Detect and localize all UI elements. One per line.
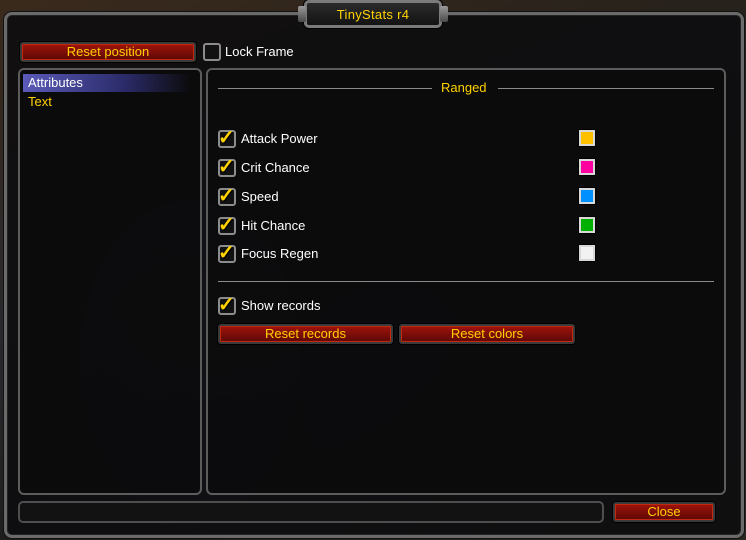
check-icon: ✓ bbox=[218, 214, 235, 236]
hit-chance-label: Hit Chance bbox=[241, 218, 306, 233]
attack-power-checkbox[interactable]: ✓ bbox=[218, 127, 236, 149]
crit-chance-label: Crit Chance bbox=[241, 160, 310, 175]
lock-frame-checkbox[interactable] bbox=[203, 43, 221, 61]
close-button[interactable]: Close bbox=[613, 502, 715, 522]
title-bar-right-cap bbox=[440, 6, 448, 22]
section-divider-left bbox=[218, 88, 432, 89]
sidebar-item-attributes[interactable]: Attributes bbox=[28, 75, 83, 90]
show-records-checkbox[interactable]: ✓ bbox=[218, 294, 236, 316]
window-title: TinyStats r4 bbox=[336, 6, 410, 22]
attack-power-color-swatch[interactable] bbox=[579, 130, 595, 146]
title-bar-left-cap bbox=[298, 6, 306, 22]
reset-records-button[interactable]: Reset records bbox=[218, 324, 393, 344]
focus-regen-label: Focus Regen bbox=[241, 246, 319, 261]
records-divider bbox=[218, 281, 714, 282]
focus-regen-color-swatch[interactable] bbox=[579, 245, 595, 261]
check-icon: ✓ bbox=[218, 185, 235, 207]
lock-frame-label: Lock Frame bbox=[225, 44, 294, 59]
sidebar-panel: Attributes Text bbox=[18, 68, 202, 495]
reset-colors-button[interactable]: Reset colors bbox=[399, 324, 575, 344]
check-icon: ✓ bbox=[218, 242, 235, 264]
reset-position-button[interactable]: Reset position bbox=[20, 42, 196, 62]
check-icon: ✓ bbox=[218, 156, 235, 178]
section-title: Ranged bbox=[441, 80, 487, 95]
crit-chance-color-swatch[interactable] bbox=[579, 159, 595, 175]
footer-input-bar[interactable] bbox=[18, 501, 604, 523]
sidebar-item-text[interactable]: Text bbox=[28, 94, 52, 109]
speed-label: Speed bbox=[241, 189, 279, 204]
section-divider-right bbox=[498, 88, 714, 89]
hit-chance-checkbox[interactable]: ✓ bbox=[218, 214, 236, 236]
attack-power-label: Attack Power bbox=[241, 131, 318, 146]
show-records-label: Show records bbox=[241, 298, 321, 313]
crit-chance-checkbox[interactable]: ✓ bbox=[218, 156, 236, 178]
hit-chance-color-swatch[interactable] bbox=[579, 217, 595, 233]
speed-checkbox[interactable]: ✓ bbox=[218, 185, 236, 207]
focus-regen-checkbox[interactable]: ✓ bbox=[218, 242, 236, 264]
check-icon: ✓ bbox=[218, 294, 235, 316]
check-icon: ✓ bbox=[218, 127, 235, 149]
speed-color-swatch[interactable] bbox=[579, 188, 595, 204]
title-bar[interactable]: TinyStats r4 bbox=[304, 0, 442, 28]
